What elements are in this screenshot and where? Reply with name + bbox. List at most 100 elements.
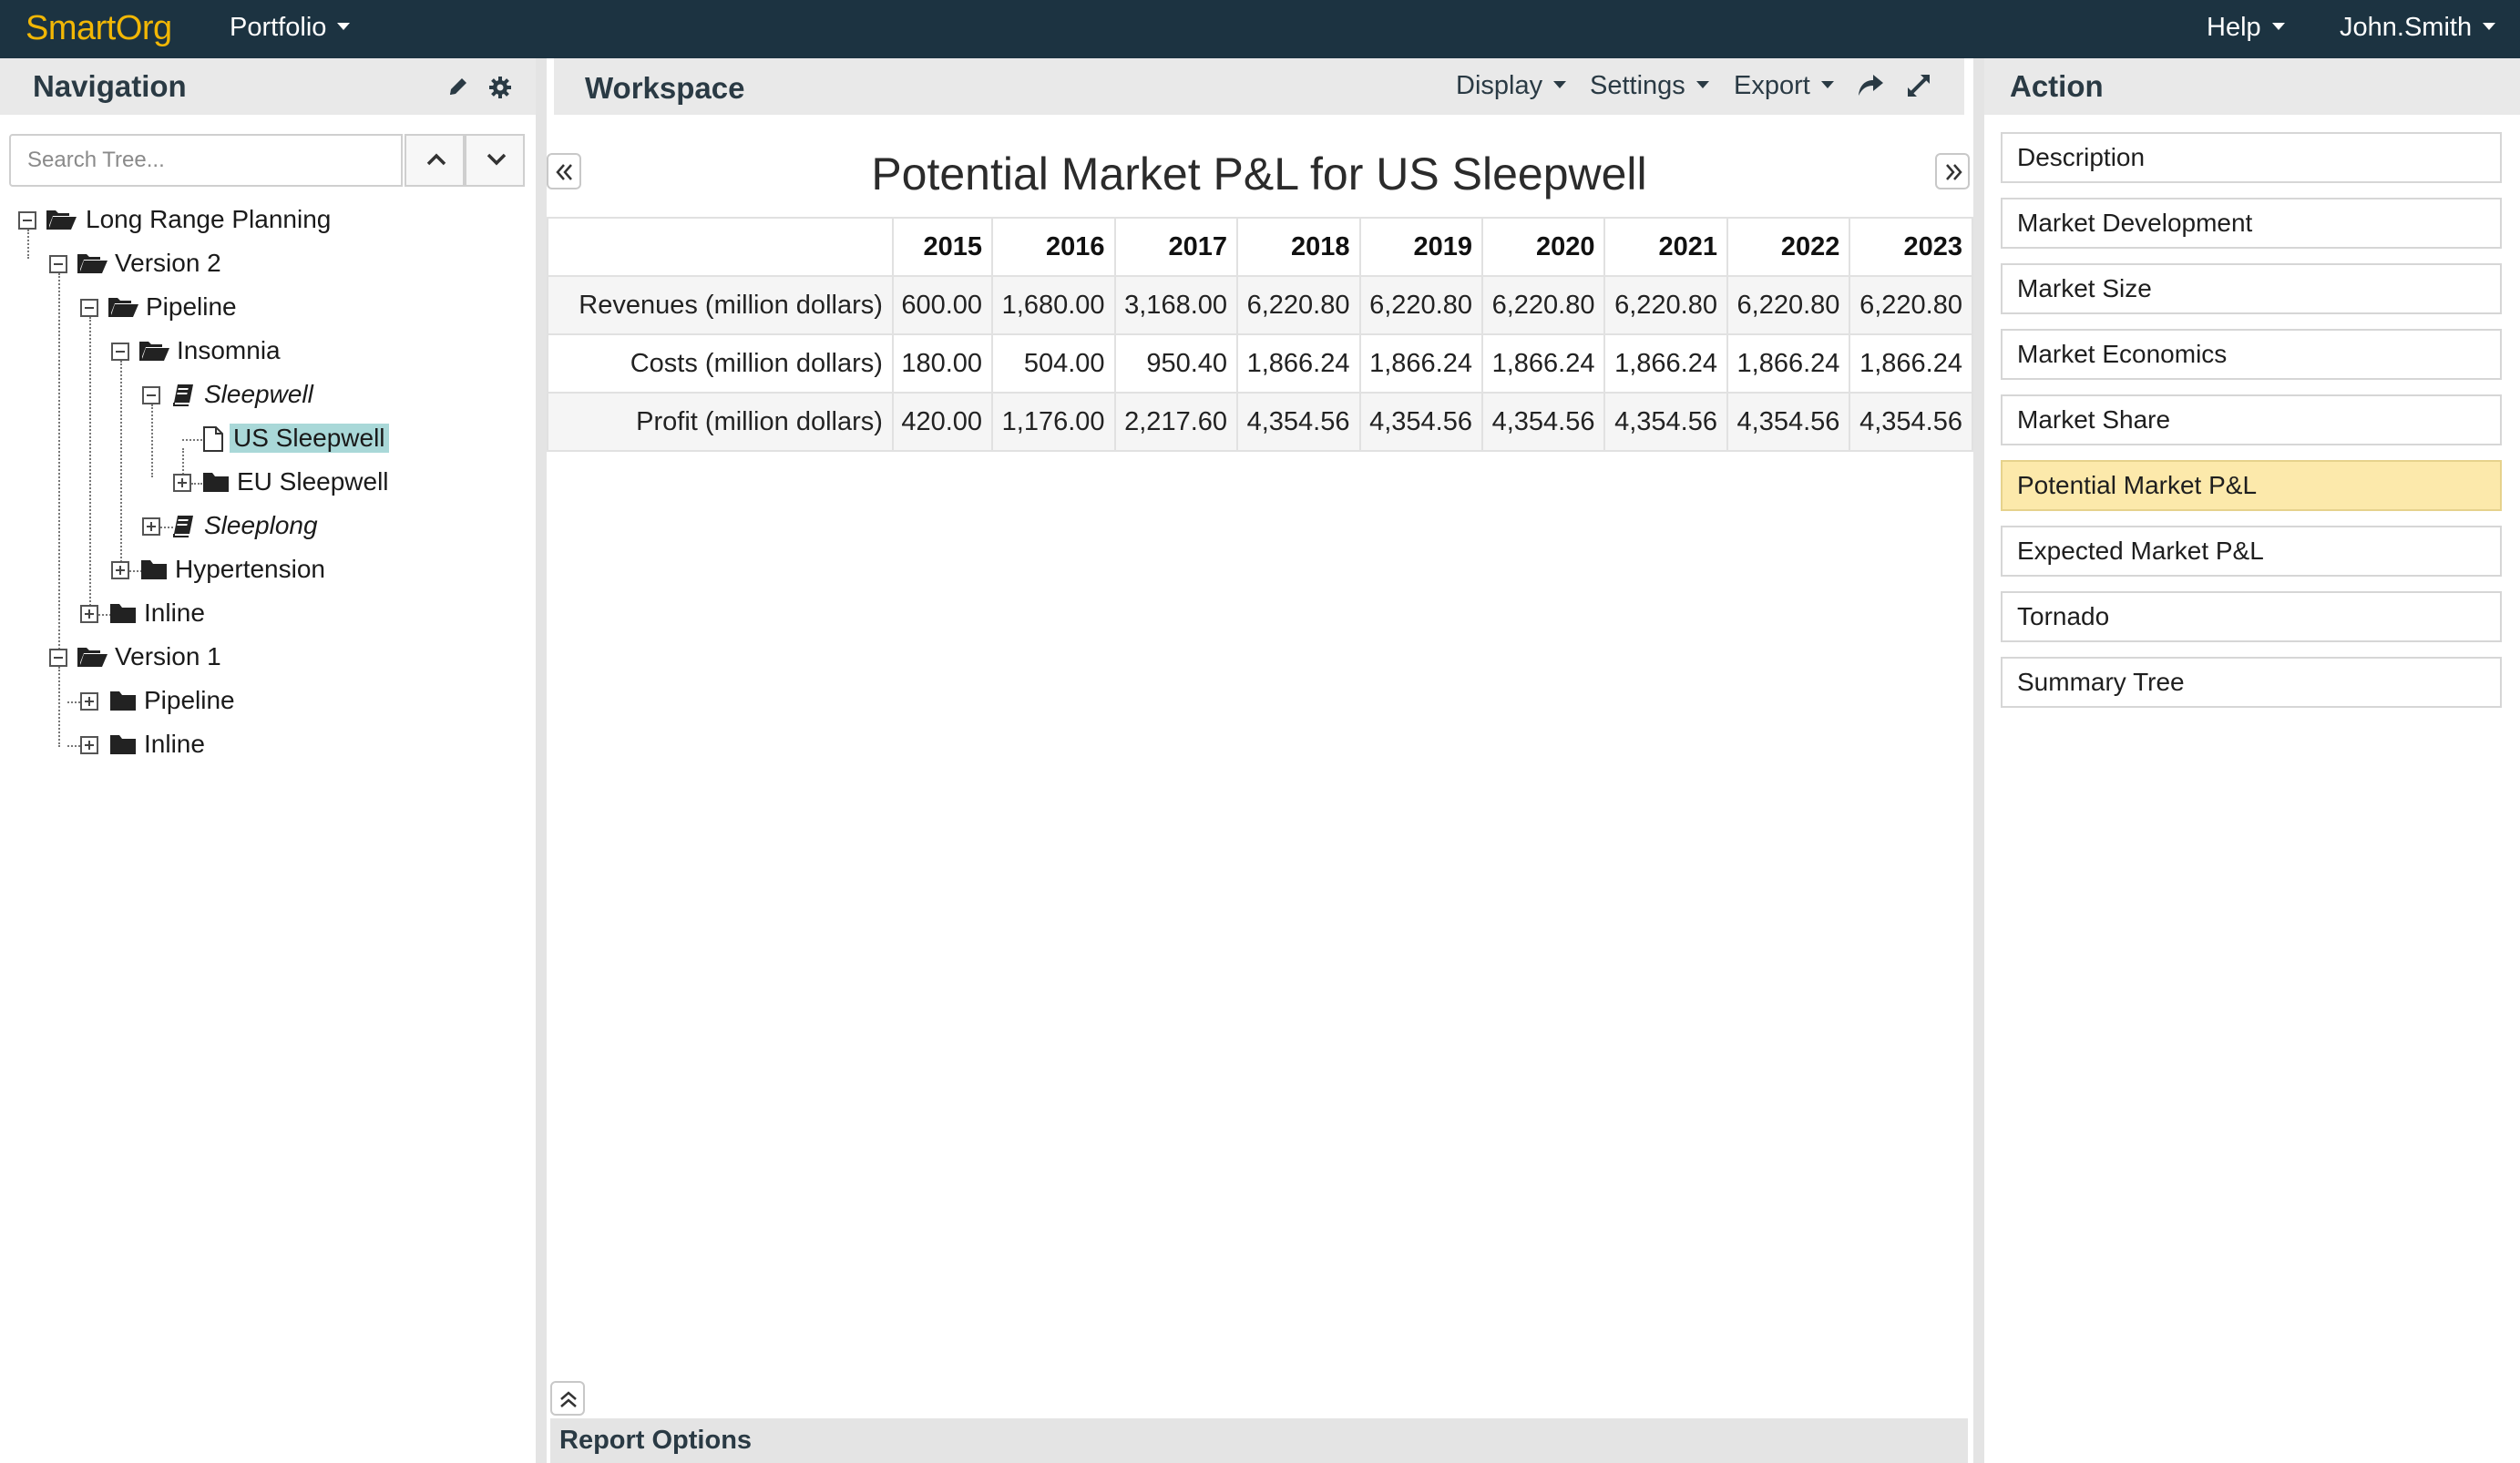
- chevron-down-icon: [487, 153, 507, 166]
- table-cell: 4,354.56: [1726, 392, 1851, 452]
- folder-icon: [109, 689, 137, 717]
- tree-node-label: Sleepwell: [204, 380, 313, 408]
- folder-open-icon: [138, 339, 171, 367]
- workspace-title: Workspace: [585, 71, 745, 105]
- left-panel-splitter[interactable]: [536, 58, 547, 1463]
- chevron-down-icon: [337, 23, 351, 31]
- tree-connector: [58, 273, 60, 656]
- chevron-up-icon: [426, 153, 446, 166]
- tree-connector: [27, 230, 29, 259]
- tree-node-label: Long Range Planning: [86, 205, 332, 233]
- settings-menu[interactable]: Settings: [1590, 71, 1709, 101]
- workspace-header: Workspace Display Settings Export: [554, 58, 1964, 115]
- action-potential-market-pl[interactable]: Potential Market P&L: [2001, 460, 2502, 511]
- table-row: Profit (million dollars) 420.00 1,176.00…: [547, 392, 1973, 452]
- collapse-icon[interactable]: [49, 649, 67, 667]
- chevron-down-icon: [1820, 81, 1834, 89]
- search-next-button[interactable]: [465, 134, 525, 187]
- user-menu[interactable]: John.Smith: [2340, 13, 2496, 43]
- report-title: Potential Market P&L for US Sleepwell: [871, 148, 1647, 200]
- export-menu[interactable]: Export: [1734, 71, 1834, 101]
- portfolio-menu[interactable]: Portfolio: [230, 13, 351, 43]
- double-chevron-up-icon: [560, 1391, 577, 1407]
- table-cell: 1,866.24: [1849, 333, 1973, 394]
- action-expected-market-pl[interactable]: Expected Market P&L: [2001, 526, 2502, 577]
- action-market-size[interactable]: Market Size: [2001, 263, 2502, 314]
- display-menu-label: Display: [1456, 71, 1543, 100]
- help-menu[interactable]: Help: [2207, 13, 2285, 43]
- search-tree-input[interactable]: [9, 134, 403, 187]
- table-cell: 1,866.24: [1236, 333, 1361, 394]
- pl-table-container: 2015 2016 2017 2018 2019 2020 2021 2022 …: [547, 217, 1973, 454]
- table-cell: 6,220.80: [1236, 275, 1361, 335]
- expand-icon[interactable]: [80, 605, 98, 623]
- report-options-bar[interactable]: Report Options: [550, 1418, 1968, 1463]
- tree-node-label: Version 2: [115, 249, 221, 277]
- expand-icon[interactable]: [111, 561, 129, 579]
- collapse-icon[interactable]: [142, 386, 160, 404]
- table-cell: 420.00: [891, 392, 994, 452]
- action-description[interactable]: Description: [2001, 132, 2502, 183]
- tree-node-label: Inline: [144, 598, 205, 627]
- action-market-development[interactable]: Market Development: [2001, 198, 2502, 249]
- book-icon: [171, 514, 195, 542]
- folder-icon: [109, 601, 137, 629]
- navigation-title: Navigation: [33, 69, 187, 103]
- table-cell: 4,354.56: [1603, 392, 1728, 452]
- share-icon[interactable]: [1857, 72, 1884, 102]
- expand-icon[interactable]: [142, 517, 160, 536]
- table-cell: 2,217.60: [1113, 392, 1239, 452]
- search-previous-button[interactable]: [405, 134, 465, 187]
- action-title: Action: [2010, 69, 2104, 103]
- table-cell: 180.00: [891, 333, 994, 394]
- folder-open-icon: [108, 295, 140, 323]
- expand-icon[interactable]: [80, 736, 98, 754]
- collapse-icon[interactable]: [80, 299, 98, 317]
- table-cell: 3,168.00: [1113, 275, 1239, 335]
- report-options-label: Report Options: [559, 1426, 753, 1455]
- collapse-icon[interactable]: [111, 343, 129, 361]
- tree-connector: [191, 483, 202, 485]
- chevron-down-icon: [1695, 81, 1709, 89]
- expand-report-options-button[interactable]: [550, 1381, 585, 1416]
- column-header: 2020: [1480, 217, 1606, 277]
- tree-node-label: Version 1: [115, 642, 221, 670]
- folder-open-icon: [77, 251, 109, 280]
- expand-icon[interactable]: [1906, 73, 1931, 103]
- column-header: 2018: [1236, 217, 1361, 277]
- table-header-row: 2015 2016 2017 2018 2019 2020 2021 2022 …: [547, 217, 1973, 277]
- display-menu[interactable]: Display: [1456, 71, 1567, 101]
- action-market-economics[interactable]: Market Economics: [2001, 329, 2502, 380]
- action-summary-tree[interactable]: Summary Tree: [2001, 657, 2502, 708]
- right-panel-splitter[interactable]: [1973, 58, 1984, 1463]
- expand-icon[interactable]: [80, 692, 98, 711]
- table-cell: 950.40: [1113, 333, 1239, 394]
- brand-logo[interactable]: SmartOrg: [26, 9, 172, 48]
- top-navbar: SmartOrg Portfolio Help John.Smith: [0, 0, 2520, 58]
- chevron-down-icon: [2271, 23, 2285, 31]
- table-cell: 6,220.80: [1849, 275, 1973, 335]
- export-menu-label: Export: [1734, 71, 1810, 100]
- expand-icon[interactable]: [173, 474, 191, 492]
- navigation-header: Navigation: [0, 58, 536, 115]
- table-row: Costs (million dollars) 180.00 504.00 95…: [547, 333, 1973, 394]
- table-cell: 504.00: [991, 333, 1116, 394]
- collapse-icon[interactable]: [18, 211, 36, 230]
- gear-icon[interactable]: [487, 75, 513, 105]
- tree-node-label: Hypertension: [175, 555, 325, 583]
- collapse-icon[interactable]: [49, 255, 67, 273]
- pencil-icon[interactable]: [446, 75, 470, 103]
- table-cell: 1,176.00: [991, 392, 1116, 452]
- table-cell: 4,354.56: [1236, 392, 1361, 452]
- table-cell: 1,866.24: [1726, 333, 1851, 394]
- tree-node-label: EU Sleepwell: [237, 467, 389, 496]
- row-label: Profit (million dollars): [547, 392, 894, 452]
- action-market-share[interactable]: Market Share: [2001, 394, 2502, 445]
- tree-connector: [67, 701, 80, 703]
- folder-open-icon: [77, 645, 109, 673]
- action-tornado[interactable]: Tornado: [2001, 591, 2502, 642]
- tree-connector: [58, 667, 60, 747]
- document-icon: [202, 425, 224, 457]
- tree-node-label: Sleeplong: [204, 511, 318, 539]
- column-header: 2016: [991, 217, 1116, 277]
